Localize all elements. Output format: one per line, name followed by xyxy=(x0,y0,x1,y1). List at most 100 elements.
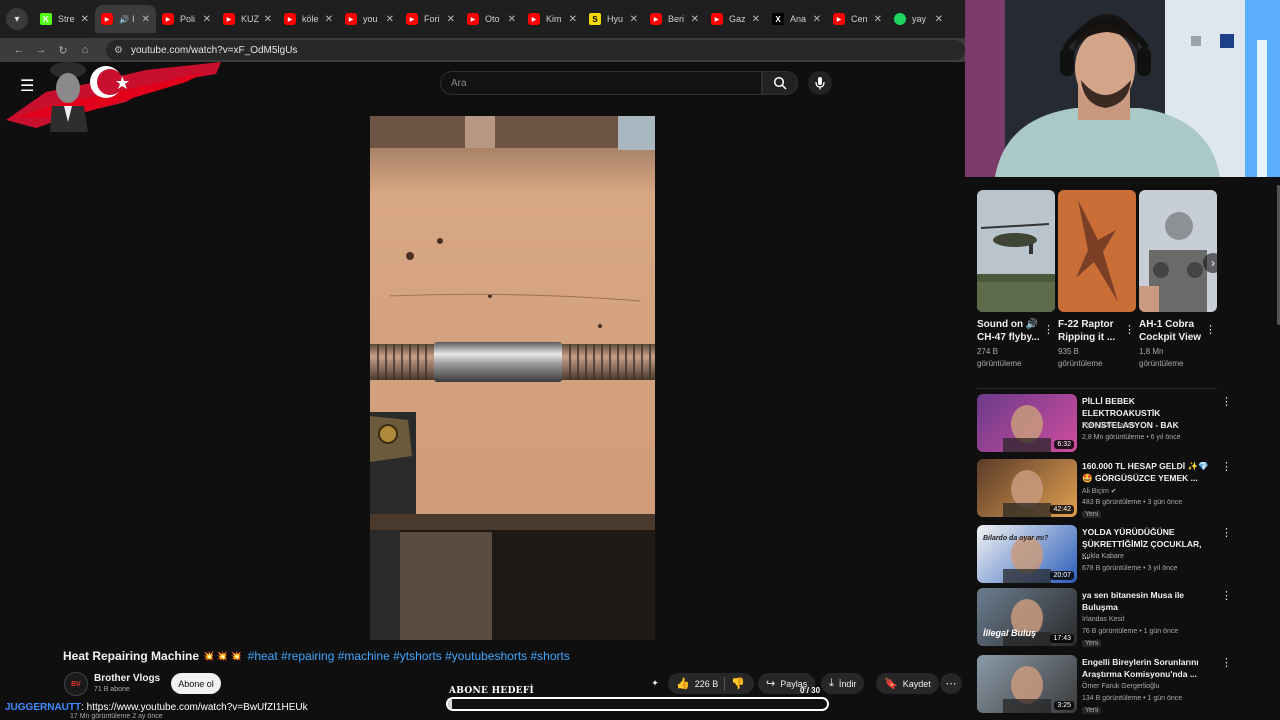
browser-tab[interactable]: X Ana ✕ xyxy=(766,5,827,33)
video-hashtags[interactable]: #heat #repairing #machine #ytshorts #you… xyxy=(248,649,570,663)
tab-close-icon[interactable]: ✕ xyxy=(630,14,638,25)
browser-tab[interactable]: ▶ Beri ✕ xyxy=(644,5,705,33)
tab-audio-icon[interactable]: 🔊 xyxy=(119,15,129,24)
short-card[interactable]: AH-1 Cobra Cockpit View 1,8 Mn görüntülem… xyxy=(1139,190,1217,370)
recommendation-channel[interactable]: Kukla Kabare xyxy=(1082,553,1124,560)
tab-close-icon[interactable]: ✕ xyxy=(508,14,516,25)
tab-close-icon[interactable]: ✕ xyxy=(264,14,272,25)
tab-close-icon[interactable]: ✕ xyxy=(325,14,333,25)
short-title[interactable]: AH-1 Cobra Cockpit View xyxy=(1139,318,1205,344)
channel-avatar[interactable]: BV xyxy=(64,672,88,696)
recommendation-thumbnail[interactable]: 6:32 xyxy=(977,394,1077,452)
short-title[interactable]: Sound on 🔊 CH-47 flyby... xyxy=(977,318,1043,344)
short-thumbnail[interactable] xyxy=(1058,190,1136,312)
recommendation-more-icon[interactable]: ⋮ xyxy=(1221,526,1232,539)
tab-search-chevron-icon[interactable]: ▾ xyxy=(6,8,28,30)
recommendation-thumbnail[interactable]: 42:42 xyxy=(977,459,1077,517)
browser-tab[interactable]: S Hyu ✕ xyxy=(583,5,644,33)
reload-icon[interactable]: ↻ xyxy=(52,44,74,57)
microphone-icon xyxy=(815,77,825,90)
channel-name[interactable]: Brother Vlogs xyxy=(94,673,160,684)
more-actions-button[interactable]: ⋯ xyxy=(940,673,962,694)
browser-tab[interactable]: K Stre ✕ xyxy=(34,5,95,33)
browser-tab[interactable]: ▶ 🔊 I ✕ xyxy=(95,5,156,33)
like-count[interactable]: 226 B xyxy=(695,679,719,689)
tab-close-icon[interactable]: ✕ xyxy=(569,14,577,25)
browser-tab-strip: ▾ K Stre ✕ ▶ 🔊 I ✕ ▶ Poli ✕ ▶ KUZ ✕ ▶ köle ✕ ▶ you ✕ ▶ Fori ✕… xyxy=(0,0,965,38)
browser-tab[interactable]: ▶ Poli ✕ xyxy=(156,5,217,33)
back-arrow-icon[interactable]: ← xyxy=(8,44,30,56)
forward-arrow-icon[interactable]: → xyxy=(30,44,52,56)
recommendation-thumbnail[interactable]: 3:25 xyxy=(977,655,1077,713)
short-card[interactable]: F-22 Raptor Ripping it ... 935 B görüntül… xyxy=(1058,190,1136,370)
recommendation-item[interactable]: İllegal Buluş 17:43 ya sen bitanesin Musa … xyxy=(977,588,1232,648)
recommendation-channel[interactable]: Ömer Faruk Gergerlioğlu xyxy=(1082,683,1159,690)
browser-tab[interactable]: ▶ köle ✕ xyxy=(278,5,339,33)
search-input[interactable]: Ara xyxy=(440,71,762,95)
short-more-icon[interactable]: ⋮ xyxy=(1205,323,1216,336)
thumbs-down-icon[interactable]: 👎 xyxy=(731,677,745,690)
recommendation-title[interactable]: Engelli Bireylerin Sorunlarını Araştırma… xyxy=(1082,656,1210,680)
short-more-icon[interactable]: ⋮ xyxy=(1124,323,1135,336)
video-duration: 6:32 xyxy=(1054,440,1074,449)
short-thumbnail[interactable] xyxy=(977,190,1055,312)
shorts-next-chevron-icon[interactable]: › xyxy=(1203,253,1223,273)
short-more-icon[interactable]: ⋮ xyxy=(1043,323,1054,336)
browser-tab[interactable]: ▶ Gaz ✕ xyxy=(705,5,766,33)
recommendation-more-icon[interactable]: ⋮ xyxy=(1221,656,1232,669)
tab-close-icon[interactable]: ✕ xyxy=(81,14,89,25)
recommendation-channel[interactable]: Aşk Müzik Yapım xyxy=(1082,422,1135,429)
thumbs-up-icon[interactable]: 👍 xyxy=(676,677,690,690)
recommendation-channel[interactable]: Ali Biçim ✔ xyxy=(1082,487,1117,495)
recommendation-thumbnail[interactable]: Bilardo da oyar mı? 20:07 xyxy=(977,525,1077,583)
browser-tab[interactable]: ▶ Fori ✕ xyxy=(400,5,461,33)
tab-close-icon[interactable]: ✕ xyxy=(874,14,882,25)
recommendation-meta: 2,8 Mn görüntüleme • 6 yıl önce xyxy=(1082,434,1181,441)
recommendation-item[interactable]: 3:25 Engelli Bireylerin Sorunlarını Araşt… xyxy=(977,655,1232,715)
recommendation-title[interactable]: ya sen bitanesin Musa ile Buluşma xyxy=(1082,589,1210,613)
tab-title: Poli xyxy=(180,14,196,24)
tab-close-icon[interactable]: ✕ xyxy=(752,14,760,25)
youtube-icon: ▶ xyxy=(162,13,174,25)
voice-search-button[interactable] xyxy=(808,71,832,95)
shorts-video-player[interactable] xyxy=(370,116,655,640)
search-button[interactable] xyxy=(762,71,798,95)
tab-close-icon[interactable]: ✕ xyxy=(691,14,699,25)
browser-tab[interactable]: ▶ Cen ✕ xyxy=(827,5,888,33)
tab-close-icon[interactable]: ✕ xyxy=(935,14,943,25)
recommendation-item[interactable]: Bilardo da oyar mı? 20:07 YOLDA YÜRÜDÜĞÜNE… xyxy=(977,525,1232,585)
tab-close-icon[interactable]: ✕ xyxy=(142,14,150,25)
tab-close-icon[interactable]: ✕ xyxy=(813,14,821,25)
recommendation-item[interactable]: 6:32 PİLLİ BEBEK ELEKTROAKUSTİK KONSTELAS… xyxy=(977,394,1232,454)
browser-tab[interactable]: ▶ Oto ✕ xyxy=(461,5,522,33)
subscriber-goal-label: ABONE HEDEFİ xyxy=(449,686,535,696)
tab-close-icon[interactable]: ✕ xyxy=(447,14,455,25)
short-title[interactable]: F-22 Raptor Ripping it ... xyxy=(1058,318,1124,344)
recommendation-more-icon[interactable]: ⋮ xyxy=(1221,589,1232,602)
menu-icon[interactable]: ☰ xyxy=(20,76,34,96)
site-info-icon[interactable]: ⚙ xyxy=(114,45,123,56)
home-icon[interactable]: ⌂ xyxy=(74,44,96,56)
tab-close-icon[interactable]: ✕ xyxy=(203,14,211,25)
channel-subscriber-count: 71 B abone xyxy=(94,686,130,693)
recommendation-channel[interactable]: İrlandas Kesit xyxy=(1082,616,1124,623)
recommendation-thumbnail[interactable]: İllegal Buluş 17:43 xyxy=(977,588,1077,646)
download-button[interactable]: ⤓ İndir xyxy=(821,673,865,694)
recommendation-more-icon[interactable]: ⋮ xyxy=(1221,395,1232,408)
url-field[interactable]: ⚙ youtube.com/watch?v=xF_OdM5lgUs xyxy=(106,40,965,60)
sparkle-ai-icon[interactable]: ✦ xyxy=(646,673,664,694)
tab-title: yay xyxy=(912,14,927,24)
save-button[interactable]: 🔖 Kaydet xyxy=(876,673,939,694)
browser-tab[interactable]: yay ✕ xyxy=(888,5,949,33)
short-thumbnail[interactable] xyxy=(1139,190,1217,312)
browser-tab[interactable]: ▶ KUZ ✕ xyxy=(217,5,278,33)
short-views: 935 B görüntüleme xyxy=(1058,347,1103,368)
browser-tab[interactable]: ▶ Kim ✕ xyxy=(522,5,583,33)
subscribe-button[interactable]: Abone ol xyxy=(171,673,221,694)
browser-tab[interactable]: ▶ you ✕ xyxy=(339,5,400,33)
recommendation-title[interactable]: 160.000 TL HESAP GELDİ ✨💎🤩 GÖRGÜSÜZCE YE… xyxy=(1082,460,1210,484)
recommendation-more-icon[interactable]: ⋮ xyxy=(1221,460,1232,473)
tab-close-icon[interactable]: ✕ xyxy=(386,14,394,25)
short-card[interactable]: Sound on 🔊 CH-47 flyby... 274 B görüntüle… xyxy=(977,190,1055,370)
recommendation-item[interactable]: 42:42 160.000 TL HESAP GELDİ ✨💎🤩 GÖRGÜSÜZ… xyxy=(977,459,1232,519)
